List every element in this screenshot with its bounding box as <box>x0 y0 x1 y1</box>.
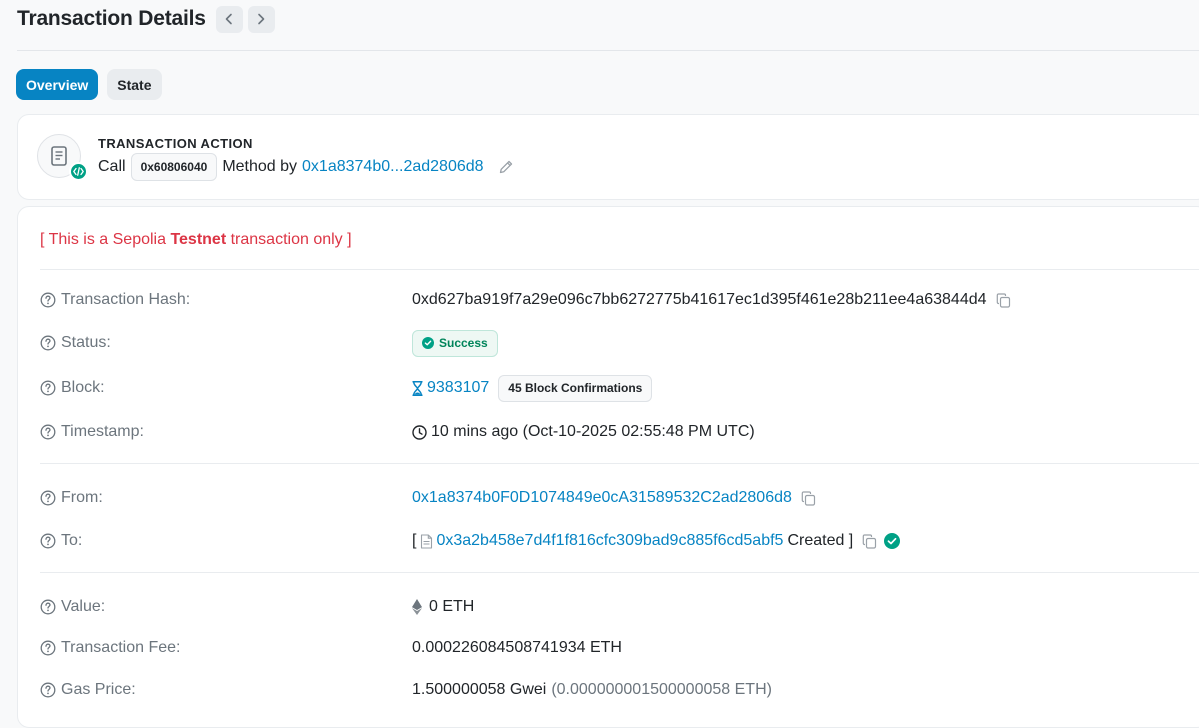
call-label: Call <box>98 158 126 175</box>
hash-row: Transaction Hash: 0xd627ba919f7a29e096c7… <box>40 288 1199 312</box>
gas-price-row: Gas Price: 1.500000058 Gwei (0.000000001… <box>40 678 1199 702</box>
status-label: Status: <box>61 334 111 351</box>
gas-price-gwei: 1.500000058 Gwei <box>412 681 547 698</box>
hash-label: Transaction Hash: <box>61 291 191 308</box>
block-label: Block: <box>61 379 105 396</box>
value-row: Value: 0 ETH <box>40 595 1199 619</box>
clock-icon <box>412 424 427 440</box>
block-value-group: 9383107 45 Block Confirmations <box>412 374 653 402</box>
check-circle-icon <box>422 337 434 349</box>
status-badge: Success <box>412 329 498 357</box>
divider <box>40 463 1199 464</box>
gas-price-label: Gas Price: <box>61 681 136 698</box>
to-value-group: [ 0x3a2b458e7d4f1f816cfc309bad9c885f6cd5… <box>412 532 901 550</box>
hash-value-group: 0xd627ba919f7a29e096c7bb6272775b41617ec1… <box>412 291 1011 309</box>
timestamp-label-group: Timestamp: <box>40 423 412 441</box>
question-circle-icon[interactable] <box>40 599 56 615</box>
from-value-group: 0x1a8374b0F0D1074849e0cA31589532C2ad2806… <box>412 489 816 507</box>
to-label: To: <box>61 532 83 549</box>
question-circle-icon[interactable] <box>40 490 56 506</box>
question-circle-icon[interactable] <box>40 533 56 549</box>
tab-state[interactable]: State <box>107 69 162 100</box>
fee-amount: 0.000226084508741934 ETH <box>412 639 622 656</box>
ethereum-icon <box>412 599 422 615</box>
value-amount: 0 ETH <box>429 598 475 615</box>
question-circle-icon[interactable] <box>40 640 56 656</box>
from-row: From: 0x1a8374b0F0D1074849e0cA31589532C2… <box>40 486 1199 510</box>
to-open-bracket: [ <box>412 532 417 549</box>
status-row: Status: Success <box>40 329 1199 357</box>
code-icon <box>69 162 88 181</box>
question-circle-icon[interactable] <box>40 335 56 351</box>
gas-price-eth: (0.000000001500000058 ETH) <box>551 681 772 698</box>
divider <box>40 572 1199 573</box>
question-circle-icon[interactable] <box>40 380 56 396</box>
gas-price-value-group: 1.500000058 Gwei (0.000000001500000058 E… <box>412 681 772 699</box>
notice-emphasis: Testnet <box>170 231 227 248</box>
tab-overview[interactable]: Overview <box>16 69 99 100</box>
fee-label: Transaction Fee: <box>61 639 181 656</box>
method-by-label: Method by <box>222 158 298 175</box>
contract-file-icon <box>421 533 433 549</box>
chevron-left-icon <box>225 13 233 25</box>
copy-icon[interactable] <box>996 292 1011 308</box>
next-transaction-button[interactable] <box>247 5 275 33</box>
status-text: Success <box>439 336 488 350</box>
notice-suffix: transaction only ] <box>226 231 352 248</box>
header-divider <box>17 50 1199 51</box>
contract-address-link[interactable]: 0x3a2b458e7d4f1f816cfc309bad9c885f6cd5ab… <box>436 532 783 550</box>
fee-value-group: 0.000226084508741934 ETH <box>412 639 622 657</box>
gas-price-label-group: Gas Price: <box>40 681 412 699</box>
status-label-group: Status: <box>40 334 412 352</box>
page-header: Transaction Details <box>17 4 275 34</box>
notice-prefix: [ This is a Sepolia <box>40 231 171 248</box>
pencil-icon[interactable] <box>498 159 514 175</box>
fee-row: Transaction Fee: 0.000226084508741934 ET… <box>40 636 1199 660</box>
timestamp-value: 10 mins ago (Oct-10-2025 02:55:48 PM UTC… <box>431 423 755 440</box>
fee-label-group: Transaction Fee: <box>40 639 412 657</box>
block-confirmations-chip: 45 Block Confirmations <box>498 374 653 402</box>
block-row: Block: 9383107 45 Block Confirmations <box>40 374 1199 402</box>
value-label-group: Value: <box>40 598 412 616</box>
action-heading: TRANSACTION ACTION <box>98 136 253 151</box>
timestamp-value-group: 10 mins ago (Oct-10-2025 02:55:48 PM UTC… <box>412 423 755 441</box>
question-circle-icon[interactable] <box>40 682 56 698</box>
question-circle-icon[interactable] <box>40 292 56 308</box>
timestamp-label: Timestamp: <box>61 423 144 440</box>
hourglass-icon <box>412 380 423 396</box>
to-label-group: To: <box>40 532 412 550</box>
timestamp-row: Timestamp: 10 mins ago (Oct-10-2025 02:5… <box>40 420 1199 444</box>
testnet-notice: [ This is a Sepolia Testnet transaction … <box>40 231 352 249</box>
from-label-group: From: <box>40 489 412 507</box>
copy-icon[interactable] <box>801 490 816 506</box>
value-value-group: 0 ETH <box>412 598 474 616</box>
transaction-hash-value: 0xd627ba919f7a29e096c7bb6272775b41617ec1… <box>412 291 987 308</box>
transaction-action-card: TRANSACTION ACTION Call 0x60806040 Metho… <box>17 114 1199 200</box>
hash-label-group: Transaction Hash: <box>40 291 412 309</box>
page-title: Transaction Details <box>17 7 206 30</box>
verified-check-icon <box>884 533 901 549</box>
copy-icon[interactable] <box>862 533 877 549</box>
divider <box>40 269 1199 270</box>
method-id-chip: 0x60806040 <box>130 153 218 181</box>
previous-transaction-button[interactable] <box>215 5 243 33</box>
block-label-group: Block: <box>40 379 412 397</box>
status-value-group: Success <box>412 329 498 357</box>
question-circle-icon[interactable] <box>40 424 56 440</box>
to-row: To: [ 0x3a2b458e7d4f1f816cfc309bad9c885f… <box>40 529 1199 553</box>
action-summary: Call 0x60806040 Method by 0x1a8374b0...2… <box>98 153 514 181</box>
value-label: Value: <box>61 598 106 615</box>
block-number-link[interactable]: 9383107 <box>427 379 489 397</box>
from-address-link[interactable]: 0x1a8374b0...2ad2806d8 <box>302 158 484 176</box>
tab-bar: Overview State <box>16 69 162 100</box>
from-label: From: <box>61 489 103 506</box>
created-label: Created ] <box>787 532 854 549</box>
chevron-right-icon <box>258 13 265 25</box>
from-address-link[interactable]: 0x1a8374b0F0D1074849e0cA31589532C2ad2806… <box>412 489 792 507</box>
transaction-details-card: [ This is a Sepolia Testnet transaction … <box>17 206 1199 728</box>
